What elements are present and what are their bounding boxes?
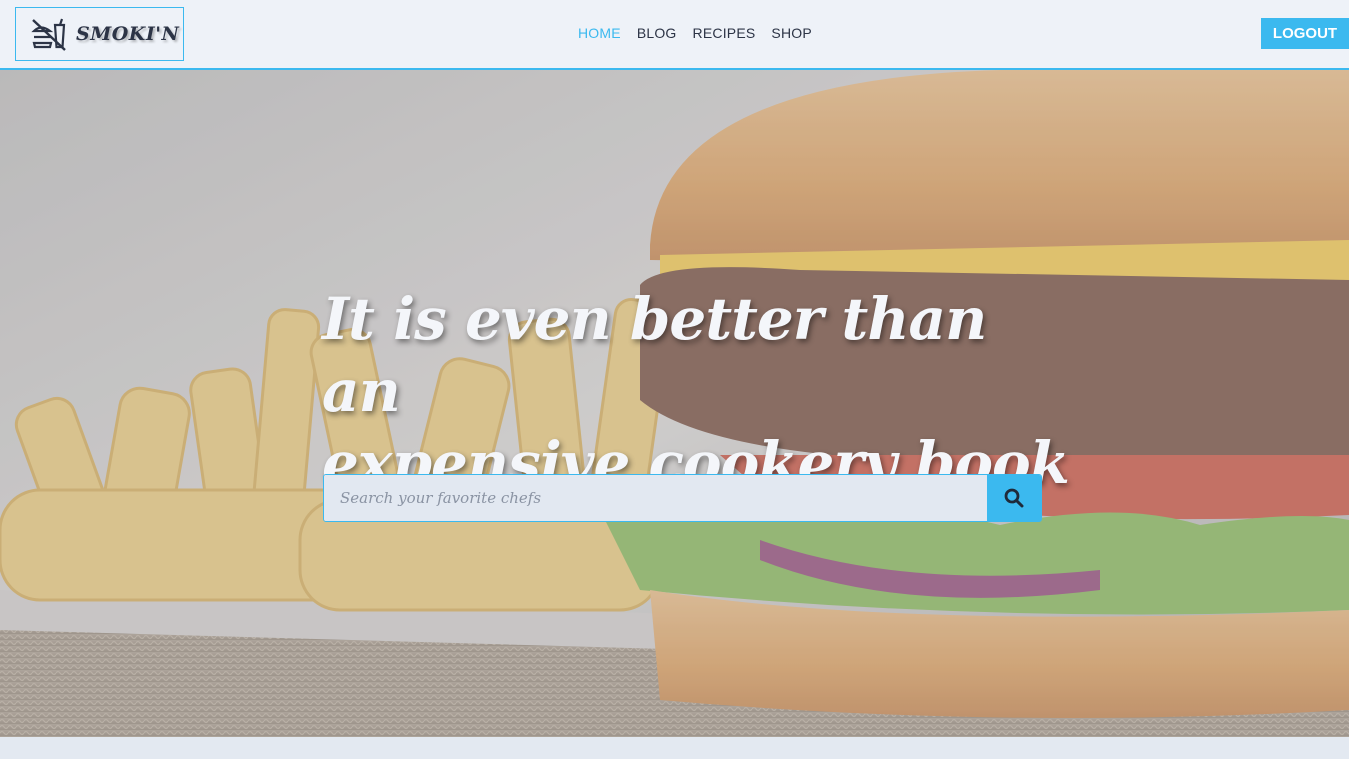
top-navbar: SMOKI'N HOME BLOG RECIPES SHOP LOGOUT	[0, 0, 1349, 70]
nav-recipes[interactable]: RECIPES	[693, 25, 756, 41]
search-icon	[1004, 488, 1024, 508]
below-hero-strip	[0, 737, 1349, 759]
hero-title-line-1: It is even better than an	[322, 285, 987, 425]
nav-blog[interactable]: BLOG	[637, 25, 677, 41]
main-nav: HOME BLOG RECIPES SHOP	[578, 25, 812, 41]
chef-search-form	[323, 474, 1042, 522]
logout-button[interactable]: LOGOUT	[1261, 18, 1349, 49]
no-food-icon	[31, 18, 66, 51]
chef-search-input[interactable]	[324, 475, 987, 521]
nav-shop[interactable]: SHOP	[771, 25, 811, 41]
hero-section: It is even better than an expensive cook…	[0, 70, 1349, 737]
hero-title: It is even better than an expensive cook…	[322, 283, 1082, 499]
search-button[interactable]	[987, 475, 1041, 521]
nav-home[interactable]: HOME	[578, 25, 621, 41]
brand-logo-link[interactable]: SMOKI'N	[15, 7, 184, 61]
brand-name: SMOKI'N	[76, 23, 180, 45]
